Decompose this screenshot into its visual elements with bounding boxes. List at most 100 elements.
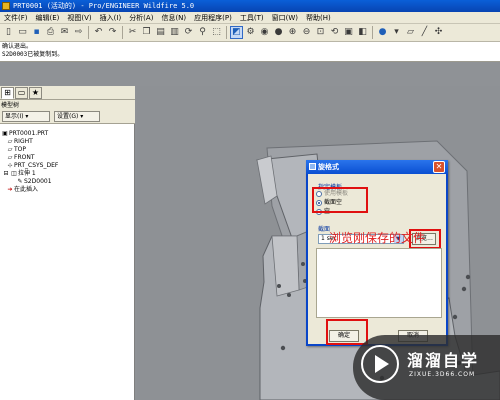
section-dialog: 旋格式 ✕ 指定模板 使用模板 截面空 空 截面 1 sec ▼ 浏览... 浏… [306,160,448,346]
tree-item-label: FRONT [14,154,35,161]
highlight-box-template [312,187,368,213]
show-button[interactable]: 显示(I) ▾ [2,111,50,122]
email-icon[interactable]: ✉ [58,26,71,39]
close-icon[interactable]: ✕ [433,161,445,173]
menu-file[interactable]: 文件(F) [0,12,32,24]
navigator-tabs: ⊞ ▭ ★ [0,86,135,100]
toolbar-separator [372,26,373,39]
navigator-panel: ⊞ ▭ ★ 模型树 显示(I) ▾ 设置(G) ▾ ▣PRT0001.PRT ▱… [0,86,135,400]
tree-item-root[interactable]: ▣PRT0001.PRT [0,130,135,138]
message-line: 确认退出。 [2,43,33,50]
display-style-icon[interactable]: ● [376,26,389,39]
undo-icon[interactable]: ↶ [92,26,105,39]
model-tree-tab-icon[interactable]: ⊞ [1,87,14,99]
cut-icon[interactable]: ✂ [126,26,139,39]
dialog-title-bar[interactable]: 旋格式 [306,160,448,174]
watermark-sub: ZIXUE.3D66.COM [409,371,476,378]
window-title-bar[interactable]: PRT0001 (活动的) - Pro/ENGINEER Wildfire 5.… [0,0,500,12]
send-icon[interactable]: ⇨ [72,26,85,39]
open-file-icon[interactable]: ▭ [16,26,29,39]
tree-item-sketch[interactable]: ✎S2D0001 [0,178,135,186]
refit-icon[interactable]: ⊡ [314,26,327,39]
paste-special-icon[interactable]: ▥ [168,26,181,39]
relations-icon[interactable]: ⚙ [244,26,257,39]
favorites-tab-icon[interactable]: ★ [29,87,42,99]
annotation-text: 浏览刚保存的文件 [329,231,426,245]
toolbar-separator [226,26,227,39]
menu-applications[interactable]: 应用程序(P) [190,12,236,24]
zoom-out-icon[interactable]: ⊖ [300,26,313,39]
watermark: 溜溜自学 ZIXUE.3D66.COM [353,335,500,400]
zoom-in-icon[interactable]: ⊕ [286,26,299,39]
settings-button[interactable]: 设置(G) ▾ [54,111,100,122]
menu-help[interactable]: 帮助(H) [302,12,335,24]
menu-bar: 文件(F) 编辑(E) 视图(V) 插入(I) 分析(A) 信息(N) 应用程序… [0,12,500,24]
main-toolbar: ▯ ▭ ▪ ⎙ ✉ ⇨ ↶ ↷ ✂ ❐ ▤ ▥ ⟳ ⚲ ⬚ ◩ ⚙ ◉ ● ⊕ … [0,24,500,42]
menu-tools[interactable]: 工具(T) [236,12,268,24]
find-icon[interactable]: ⚲ [196,26,209,39]
datum-plane-icon: ▱ [7,154,13,161]
menu-info[interactable]: 信息(N) [157,12,190,24]
copy-icon[interactable]: ❐ [140,26,153,39]
datum-points-icon[interactable]: ✣ [432,26,445,39]
folder-browser-tab-icon[interactable]: ▭ [15,87,28,99]
tree-item-label: S2D0001 [24,178,52,185]
toolbar-separator [88,26,89,39]
new-file-icon[interactable]: ▯ [2,26,15,39]
app-icon [2,2,10,10]
sketch-icon: ✎ [17,178,23,185]
dialog-title: 旋格式 [318,163,339,171]
expand-icon[interactable]: ⊟ [2,170,10,178]
message-line: S2D0003已被复制到。 [2,51,64,58]
tree-header: 模型树 显示(I) ▾ 设置(G) ▾ [0,100,135,124]
tree-item-label: PRT_CSYS_DEF [14,162,59,169]
select-box-icon[interactable]: ⬚ [210,26,223,39]
sketch-tool-icon[interactable]: ◩ [230,26,243,39]
datum-plane-icon: ▱ [7,138,13,145]
part-icon: ▣ [2,130,8,137]
section-preview-area [316,248,442,318]
tree-item-csys[interactable]: ⊹PRT_CSYS_DEF [0,162,135,170]
dialog-icon [309,163,316,170]
regenerate-icon[interactable]: ⟳ [182,26,195,39]
tree-item-insert-here[interactable]: ➔在此插入 [0,186,135,194]
paste-icon[interactable]: ▤ [154,26,167,39]
menu-insert[interactable]: 插入(I) [96,12,126,24]
toolbar-separator [122,26,123,39]
tree-item-right[interactable]: ▱ RIGHT [0,138,135,146]
save-icon[interactable]: ▪ [30,26,43,39]
play-logo-icon [361,345,399,383]
menu-analysis[interactable]: 分析(A) [125,12,157,24]
datum-planes-icon[interactable]: ▱ [404,26,417,39]
layers-icon[interactable]: ◧ [356,26,369,39]
menu-window[interactable]: 窗口(W) [268,12,302,24]
csys-icon: ⊹ [7,162,13,169]
model-tree: ▣PRT0001.PRT ▱ RIGHT ▱ TOP ▱ FRONT ⊹PRT_CSY… [0,130,135,194]
watermark-main: 溜溜自学 [407,351,480,370]
tree-item-label: RIGHT [14,138,33,145]
tree-item-label: 在此插入 [14,186,39,193]
shading-icon[interactable]: ● [272,26,285,39]
highlight-box-ok [326,319,368,345]
insert-arrow-icon: ➔ [7,186,13,193]
tree-item-extrude[interactable]: ⊟ ◫拉伸 1 [0,170,135,178]
dropdown-arrow-icon[interactable]: ▾ [390,26,403,39]
datum-plane-icon: ▱ [7,146,13,153]
model-tree-label: 模型树 [1,102,20,109]
reorient-icon[interactable]: ⟲ [328,26,341,39]
tree-item-label: TOP [14,146,27,153]
menu-edit[interactable]: 编辑(E) [32,12,64,24]
saved-views-icon[interactable]: ▣ [342,26,355,39]
message-area: 确认退出。 S2D0003已被复制到。 [0,42,500,62]
extrude-icon: ◫ [11,170,17,177]
tree-item-label: 拉伸 1 [18,170,36,177]
tree-item-top[interactable]: ▱ TOP [0,146,135,154]
redo-icon[interactable]: ↷ [106,26,119,39]
print-icon[interactable]: ⎙ [44,26,57,39]
tree-item-front[interactable]: ▱ FRONT [0,154,135,162]
model-icon[interactable]: ◉ [258,26,271,39]
menu-view[interactable]: 视图(V) [63,12,95,24]
window-title: PRT0001 (活动的) - Pro/ENGINEER Wildfire 5.… [13,2,195,10]
tree-item-label: PRT0001.PRT [9,130,49,137]
datum-axes-icon[interactable]: ╱ [418,26,431,39]
